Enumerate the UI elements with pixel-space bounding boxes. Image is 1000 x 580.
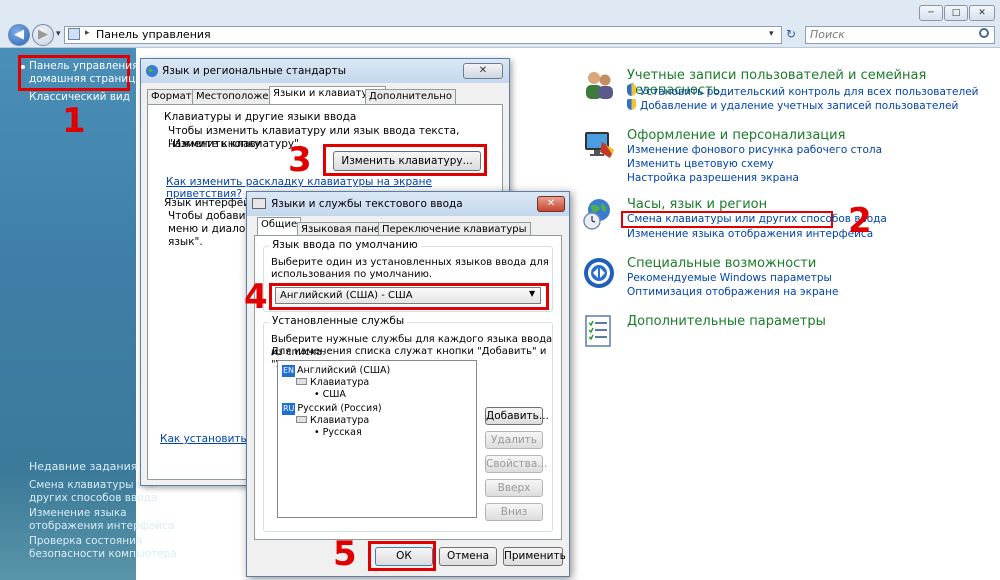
apply-button[interactable]: Применить — [503, 547, 566, 566]
tree-text: Русская — [322, 427, 362, 438]
category-title-appearance[interactable]: Оформление и персонализация — [627, 128, 845, 143]
forward-button[interactable]: ▶ — [32, 24, 54, 46]
link-parental-control[interactable]: Установить родительский контроль для все… — [627, 85, 978, 98]
category-title-clock-language[interactable]: Часы, язык и регион — [627, 197, 767, 212]
annotation-number-1: 1 — [62, 101, 86, 141]
move-down-button[interactable]: Вниз — [485, 503, 543, 521]
search-icon[interactable] — [979, 28, 989, 38]
back-button[interactable]: ◀ — [8, 24, 30, 46]
keyboard-icon — [296, 416, 307, 423]
recent-task-keyboard[interactable]: Смена клавиатуры или других способов вво… — [29, 479, 157, 505]
breadcrumb-separator-icon: ▸ — [85, 28, 90, 38]
group-display-language-text: меню и диалого — [168, 223, 258, 235]
tree-item-us[interactable]: • США — [314, 389, 346, 401]
annotation-box-5 — [368, 541, 436, 571]
globe-icon — [146, 65, 158, 77]
link-optimize-display[interactable]: Оптимизация отображения на экране — [627, 286, 838, 298]
group-display-language-text: язык". — [168, 236, 203, 248]
control-panel-icon — [68, 28, 80, 40]
tree-group-en[interactable]: Клавиатура — [296, 377, 369, 389]
keyboard-icon — [296, 378, 307, 385]
link-text: Установить родительский контроль для все… — [640, 86, 979, 98]
annotation-number-2: 2 — [848, 201, 872, 241]
window-titlebar — [0, 0, 1000, 22]
recent-task-line: Изменение языка — [29, 507, 127, 519]
users-icon — [586, 72, 613, 99]
language-badge: EN — [282, 365, 296, 377]
add-button[interactable]: Добавить... — [485, 407, 549, 425]
annotation-number-4: 4 — [244, 277, 268, 317]
link-color-scheme[interactable]: Изменить цветовую схему — [627, 158, 774, 170]
annotation-box-3 — [323, 144, 487, 176]
maximize-button[interactable]: □ — [944, 5, 968, 21]
link-add-remove-accounts[interactable]: Добавление и удаление учетных записей по… — [627, 99, 958, 112]
shield-icon — [627, 85, 636, 96]
tree-language-en[interactable]: EN Английский (США) — [282, 365, 390, 377]
recent-tasks-heading: Недавние задания — [29, 460, 138, 473]
default-language-text: использования по умолчанию. — [271, 269, 433, 280]
tree-text: Клавиатура — [310, 377, 370, 388]
monitor-icon — [585, 132, 614, 158]
dialog-close-button[interactable]: ✕ — [537, 196, 565, 212]
tab-general[interactable]: Общие — [257, 217, 302, 236]
keyboard-icon — [252, 198, 266, 209]
properties-button[interactable]: Свойства... — [485, 455, 547, 473]
search-input[interactable]: Поиск — [805, 26, 995, 44]
link-screen-resolution[interactable]: Настройка разрешения экрана — [627, 172, 799, 184]
group-keyboards-text: "Изменить клавиатуру". — [168, 138, 303, 150]
remove-button[interactable]: Удалить — [485, 431, 543, 449]
bullet-icon — [21, 65, 25, 69]
close-window-button[interactable]: ✕ — [969, 5, 995, 21]
tree-item-russian[interactable]: • Русская — [314, 427, 362, 439]
recent-task-line: других способов ввода — [29, 492, 158, 504]
category-title-accessibility[interactable]: Специальные возможности — [627, 256, 816, 271]
checklist-icon — [585, 315, 611, 347]
tab-advanced[interactable]: Дополнительно — [365, 89, 456, 104]
address-dropdown-icon[interactable]: ▾ — [769, 29, 774, 39]
cancel-button[interactable]: Отмена — [439, 547, 497, 566]
text-services-dialog: Языки и службы текстового ввода ✕ Общие … — [246, 191, 570, 577]
link-recommended-settings[interactable]: Рекомендуемые Windows параметры — [627, 272, 832, 284]
category-title-additional[interactable]: Дополнительные параметры — [627, 314, 826, 329]
recent-task-line: безопасности компьютера — [29, 548, 177, 560]
breadcrumb[interactable]: Панель управления — [96, 28, 211, 41]
recent-task-line: отображения интерфейса — [29, 520, 175, 532]
group-keyboards-label: Клавиатуры и другие языки ввода — [164, 111, 357, 123]
dialog-title: Языки и службы текстового ввода — [271, 198, 463, 210]
tree-text: Английский (США) — [297, 365, 391, 376]
tree-text: США — [322, 389, 346, 400]
link-text: Добавление и удаление учетных записей по… — [640, 100, 959, 112]
default-language-label: Язык ввода по умолчанию — [269, 239, 421, 251]
tree-language-ru[interactable]: RU Русский (Россия) — [282, 403, 382, 415]
installed-services-label: Установленные службы — [269, 315, 408, 327]
annotation-box-4 — [269, 283, 549, 310]
tree-text: Клавиатура — [310, 415, 370, 426]
recent-task-security[interactable]: Проверка состояния безопасности компьюте… — [29, 535, 177, 561]
link-display-language[interactable]: Изменение языка отображения интерфейса — [627, 228, 873, 240]
move-up-button[interactable]: Вверх — [485, 479, 543, 497]
minimize-button[interactable]: ─ — [919, 5, 943, 21]
globe-clock-icon — [583, 199, 610, 230]
link-desktop-background[interactable]: Изменение фонового рисунка рабочего стол… — [627, 144, 882, 156]
dialog-title: Язык и региональные стандарты — [162, 65, 347, 77]
home-link-line1: Панель управления - — [29, 60, 146, 72]
tree-text: Русский (Россия) — [297, 403, 382, 414]
home-link-line2: домашняя страница — [29, 73, 142, 85]
tree-group-ru[interactable]: Клавиатура — [296, 415, 369, 427]
recent-task-line: Смена клавиатуры или — [29, 479, 158, 491]
control-panel-home-link[interactable]: Панель управления - домашняя страница — [29, 60, 146, 86]
language-badge: RU — [282, 403, 296, 415]
dialog-close-button[interactable]: ✕ — [463, 63, 503, 79]
services-tree[interactable]: EN Английский (США) Клавиатура • США RU Ру… — [277, 360, 477, 518]
recent-pages-dropdown-icon[interactable]: ▾ — [56, 29, 61, 39]
annotation-number-3: 3 — [288, 140, 312, 180]
shield-icon — [627, 99, 636, 110]
recent-task-line: Проверка состояния — [29, 535, 143, 547]
recent-task-language[interactable]: Изменение языка отображения интерфейса — [29, 507, 174, 533]
refresh-icon[interactable]: ↻ — [786, 27, 796, 41]
annotation-number-5: 5 — [333, 534, 357, 574]
accessibility-icon — [584, 258, 614, 288]
